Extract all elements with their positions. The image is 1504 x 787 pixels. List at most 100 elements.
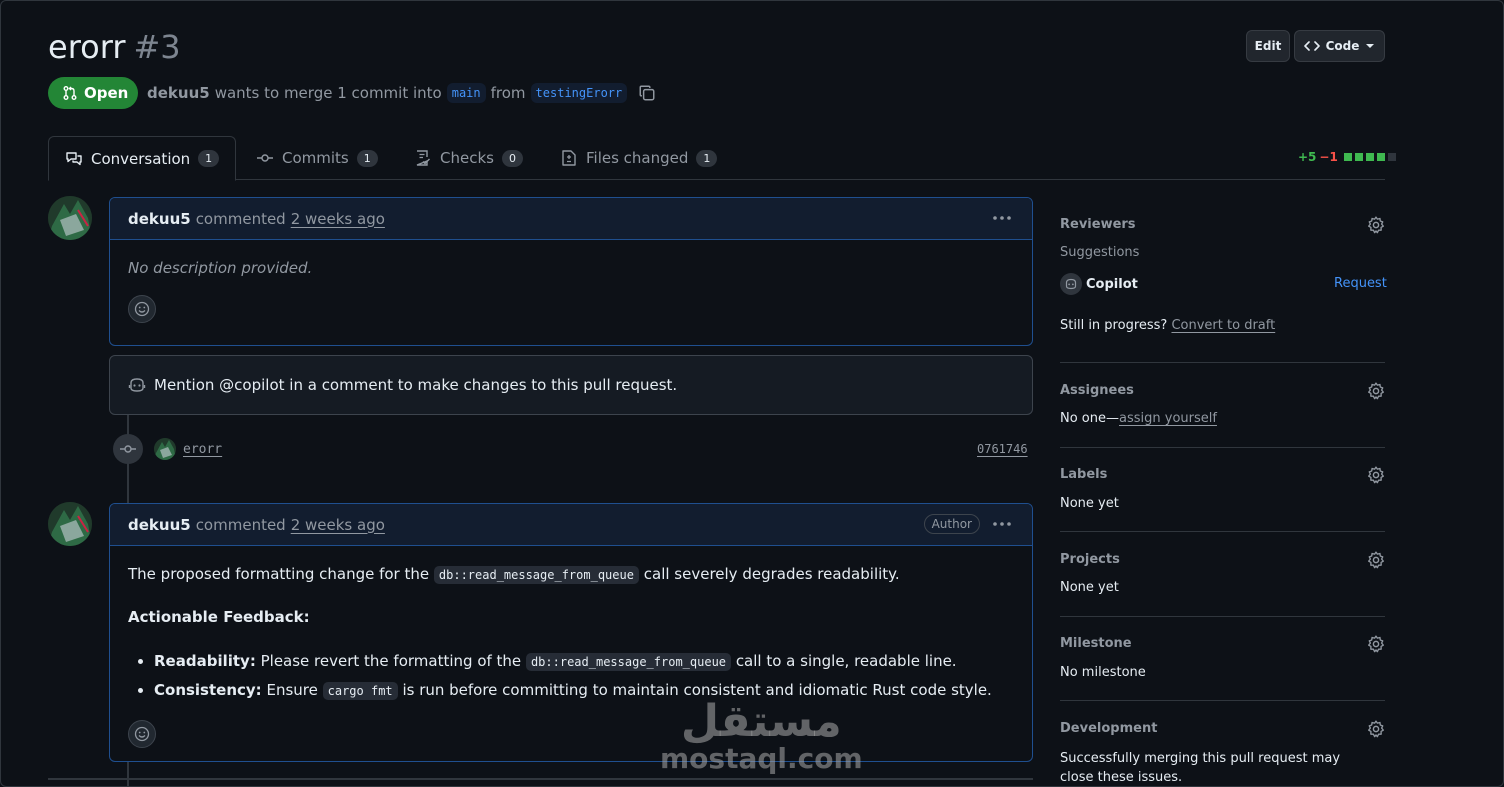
assignees-none: No one— — [1060, 411, 1120, 426]
projects-section: Projects — [1060, 551, 1385, 571]
assignees-section: Assignees — [1060, 382, 1385, 402]
convert-to-draft-link[interactable]: Convert to draft — [1171, 318, 1275, 333]
smiley-icon — [134, 301, 150, 317]
from-text: from — [490, 84, 526, 102]
tab-commits-label: Commits — [282, 149, 349, 167]
progress-text: Still in progress? — [1060, 318, 1168, 333]
comment-timestamp[interactable]: 2 weeks ago — [291, 210, 385, 228]
labels-section: Labels — [1060, 466, 1385, 486]
development-value: Successfully merging this pull request m… — [1060, 751, 1341, 785]
code-button[interactable]: Code — [1294, 30, 1385, 62]
comment-author[interactable]: dekuu5 — [128, 210, 191, 228]
assignees-title: Assignees — [1060, 383, 1134, 398]
text: call to a single, readable line. — [735, 652, 957, 670]
text: The proposed formatting change for the — [128, 565, 430, 583]
commit-message[interactable]: erorr — [183, 442, 222, 457]
pr-state-label: Open — [84, 84, 129, 102]
copilot-icon — [1065, 278, 1077, 290]
gear-icon[interactable] — [1367, 635, 1385, 653]
code-button-label: Code — [1325, 39, 1360, 53]
milestone-title: Milestone — [1060, 636, 1132, 651]
smiley-icon — [134, 726, 150, 742]
labels-value: None yet — [1060, 496, 1119, 511]
comment-author[interactable]: dekuu5 — [128, 516, 191, 534]
pr-title-text: erorr — [48, 28, 126, 66]
comment-header: dekuu5 commented 2 weeks ago Author — [110, 504, 1032, 546]
diffstat-block — [1354, 153, 1363, 161]
text: is run before committing to maintain con… — [402, 681, 992, 699]
assign-yourself-link[interactable]: assign yourself — [1119, 411, 1217, 426]
text: Ensure — [266, 681, 318, 699]
gear-icon[interactable] — [1367, 466, 1385, 484]
avatar[interactable] — [48, 502, 92, 546]
avatar[interactable] — [48, 196, 92, 240]
pr-author-link[interactable]: dekuu5 — [147, 84, 210, 102]
gear-icon[interactable] — [1367, 216, 1385, 234]
tab-commits-count: 1 — [356, 149, 378, 167]
diffstat-additions: +5 — [1298, 150, 1317, 164]
avatar-image — [48, 502, 92, 546]
gear-icon[interactable] — [1367, 551, 1385, 569]
inline-code: db::read_message_from_queue — [525, 653, 732, 671]
commit-author-avatar[interactable] — [154, 438, 176, 460]
head-branch[interactable]: testingErorr — [530, 83, 628, 103]
base-branch[interactable]: main — [446, 83, 486, 103]
comment-card: dekuu5 commented 2 weeks ago No descript… — [109, 197, 1033, 346]
gear-icon[interactable] — [1367, 720, 1385, 738]
add-reaction-button[interactable] — [128, 720, 156, 748]
tab-conversation-count: 1 — [198, 150, 220, 167]
suggested-reviewer-name: Copilot — [1086, 277, 1138, 292]
comment-paragraph: The proposed formatting change for the d… — [128, 564, 1014, 586]
tab-checks[interactable]: Checks 0 — [414, 136, 523, 180]
tab-commits[interactable]: Commits 1 — [256, 136, 378, 180]
sidebar-divider — [1060, 447, 1385, 448]
tab-conversation[interactable]: Conversation 1 — [48, 136, 237, 181]
tab-files-changed[interactable]: Files changed 1 — [560, 136, 718, 180]
copy-icon[interactable] — [638, 84, 656, 102]
list-item-label: Consistency: — [154, 681, 262, 699]
merge-text: wants to merge 1 commit into — [214, 84, 442, 102]
projects-title: Projects — [1060, 552, 1120, 567]
copilot-icon — [128, 378, 146, 392]
development-section: Development — [1060, 720, 1385, 740]
timeline-divider — [48, 778, 1033, 780]
feedback-heading: Actionable Feedback: — [128, 608, 310, 626]
gear-icon[interactable] — [1367, 382, 1385, 400]
comment-timestamp[interactable]: 2 weeks ago — [291, 516, 385, 534]
edit-button[interactable]: Edit — [1246, 30, 1290, 62]
comment-card: dekuu5 commented 2 weeks ago Author The … — [109, 503, 1033, 762]
code-icon — [1303, 41, 1320, 51]
kebab-menu-icon[interactable] — [992, 210, 1012, 226]
copilot-avatar — [1060, 273, 1082, 295]
avatar-image — [154, 438, 176, 460]
request-review-button[interactable]: Request — [1334, 276, 1387, 291]
avatar-image — [48, 196, 92, 240]
inline-code: db::read_message_from_queue — [433, 566, 639, 584]
reviewers-title: Reviewers — [1060, 217, 1136, 232]
copilot-notice: Mention @copilot in a comment to make ch… — [109, 355, 1033, 415]
tab-checks-label: Checks — [440, 149, 494, 167]
commit-sha[interactable]: 0761746 — [977, 442, 1028, 456]
comment-header: dekuu5 commented 2 weeks ago — [110, 198, 1032, 240]
tab-files-changed-count: 1 — [696, 149, 718, 167]
tab-conversation-label: Conversation — [91, 149, 191, 168]
comment-action: commented — [195, 209, 286, 228]
add-reaction-button[interactable] — [128, 295, 156, 323]
labels-title: Labels — [1060, 467, 1108, 482]
pull-request-icon — [63, 86, 77, 100]
pr-state-badge: Open — [48, 77, 138, 109]
list-item-label: Readability: — [154, 652, 256, 670]
list-item: Consistency: Ensure cargo fmt is run bef… — [154, 676, 1014, 705]
milestone-value: No milestone — [1060, 665, 1146, 680]
conversation-icon — [66, 151, 82, 165]
text: Please revert the formatting of the — [260, 652, 522, 670]
milestone-section: Milestone — [1060, 635, 1385, 655]
pr-title: erorr #3 — [48, 28, 181, 66]
diffstat-block — [1387, 153, 1396, 161]
comment-action: commented — [195, 515, 286, 534]
sidebar-divider — [1060, 531, 1385, 532]
list-item: Readability: Please revert the formattin… — [154, 647, 1014, 676]
commit-node — [113, 434, 143, 464]
pr-tabs: Conversation 1 Commits 1 Checks 0 Files … — [48, 136, 1385, 181]
kebab-menu-icon[interactable] — [992, 516, 1012, 532]
